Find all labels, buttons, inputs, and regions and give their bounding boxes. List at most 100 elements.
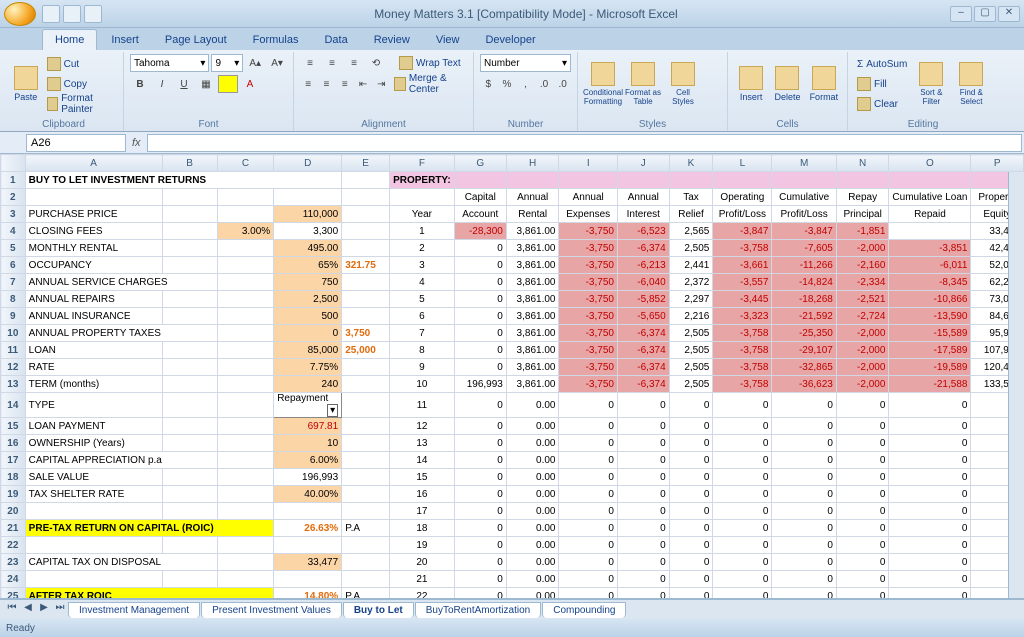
- cell[interactable]: -3,557: [713, 274, 772, 291]
- cell[interactable]: [454, 172, 506, 189]
- format-painter-button[interactable]: Format Painter: [44, 95, 117, 113]
- sort-filter-button[interactable]: Sort & Filter: [912, 55, 950, 113]
- cell[interactable]: [162, 537, 217, 554]
- row-header[interactable]: 1: [1, 172, 26, 189]
- format-cells-button[interactable]: Format: [807, 55, 841, 113]
- column-header[interactable]: F: [390, 155, 455, 172]
- row-header[interactable]: 16: [1, 435, 26, 452]
- cell[interactable]: 22: [390, 588, 455, 600]
- cell[interactable]: -21,592: [772, 308, 836, 325]
- cell[interactable]: 0: [669, 418, 713, 435]
- cell[interactable]: 0: [559, 452, 617, 469]
- row-header[interactable]: 20: [1, 503, 26, 520]
- cell[interactable]: 0: [836, 503, 889, 520]
- delete-cells-button[interactable]: Delete: [770, 55, 804, 113]
- cell[interactable]: [217, 376, 273, 393]
- sheet-nav-last[interactable]: ⏭: [52, 602, 68, 618]
- align-center-button[interactable]: ≡: [318, 75, 334, 93]
- cell[interactable]: [559, 172, 617, 189]
- cell[interactable]: -14,824: [772, 274, 836, 291]
- cell[interactable]: Repay: [836, 189, 889, 206]
- cell[interactable]: Relief: [669, 206, 713, 223]
- italic-button[interactable]: I: [152, 75, 172, 93]
- cell[interactable]: [217, 274, 273, 291]
- cell[interactable]: [162, 435, 217, 452]
- cell[interactable]: 0: [669, 469, 713, 486]
- cell[interactable]: [217, 393, 273, 418]
- cell[interactable]: OCCUPANCY: [25, 257, 162, 274]
- cell[interactable]: 0: [836, 571, 889, 588]
- cell[interactable]: [217, 342, 273, 359]
- cell[interactable]: 3.00%: [217, 223, 273, 240]
- sheet-nav-next[interactable]: ▶: [36, 602, 52, 618]
- cell[interactable]: [342, 189, 390, 206]
- border-button[interactable]: ▦: [196, 75, 216, 93]
- column-header[interactable]: J: [617, 155, 669, 172]
- cell[interactable]: 321.75: [342, 257, 390, 274]
- qat-save-icon[interactable]: [42, 5, 60, 23]
- row-header[interactable]: 7: [1, 274, 26, 291]
- cell[interactable]: [342, 172, 390, 189]
- cell[interactable]: [889, 223, 971, 240]
- cell[interactable]: 0: [669, 503, 713, 520]
- cell[interactable]: -3,758: [713, 376, 772, 393]
- cell[interactable]: [162, 223, 217, 240]
- cell[interactable]: Expenses: [559, 206, 617, 223]
- cell[interactable]: [25, 571, 162, 588]
- cell[interactable]: -3,750: [559, 342, 617, 359]
- cell[interactable]: 0: [559, 435, 617, 452]
- cell[interactable]: [162, 206, 217, 223]
- row-header[interactable]: 12: [1, 359, 26, 376]
- sheet-tab[interactable]: Compounding: [542, 602, 626, 618]
- cell[interactable]: 2,216: [669, 308, 713, 325]
- cell[interactable]: -3,758: [713, 325, 772, 342]
- cell[interactable]: 0: [772, 554, 836, 571]
- column-header[interactable]: E: [342, 155, 390, 172]
- cell[interactable]: -6,374: [617, 359, 669, 376]
- cell[interactable]: 0: [713, 554, 772, 571]
- cell[interactable]: 16: [390, 486, 455, 503]
- cell[interactable]: 3,861.00: [506, 274, 559, 291]
- cell[interactable]: 0: [772, 435, 836, 452]
- cell[interactable]: 0: [617, 537, 669, 554]
- cell[interactable]: Principal: [836, 206, 889, 223]
- cell[interactable]: 0: [713, 520, 772, 537]
- cell[interactable]: [342, 393, 390, 418]
- cell[interactable]: 0: [889, 503, 971, 520]
- ribbon-tab-home[interactable]: Home: [42, 29, 97, 50]
- cell[interactable]: -3,750: [559, 291, 617, 308]
- cell[interactable]: [342, 486, 390, 503]
- row-header[interactable]: 10: [1, 325, 26, 342]
- cell[interactable]: 0: [889, 554, 971, 571]
- cell[interactable]: -6,213: [617, 257, 669, 274]
- align-bottom-button[interactable]: ≡: [344, 54, 364, 72]
- cell[interactable]: [162, 308, 217, 325]
- cell[interactable]: 0: [454, 554, 506, 571]
- cell[interactable]: 240: [274, 376, 342, 393]
- cell[interactable]: 0: [617, 452, 669, 469]
- cell[interactable]: 2,297: [669, 291, 713, 308]
- cell[interactable]: [342, 291, 390, 308]
- cell[interactable]: 14: [390, 452, 455, 469]
- cell[interactable]: ANNUAL SERVICE CHARGES: [25, 274, 217, 291]
- cell[interactable]: 0: [713, 588, 772, 600]
- cell[interactable]: -3,758: [713, 342, 772, 359]
- cell[interactable]: 0: [713, 486, 772, 503]
- cell[interactable]: 0: [772, 486, 836, 503]
- cell[interactable]: 18: [390, 520, 455, 537]
- cell[interactable]: AFTER TAX ROIC: [25, 588, 274, 600]
- cell[interactable]: -15,589: [889, 325, 971, 342]
- cell[interactable]: -3,750: [559, 240, 617, 257]
- cell[interactable]: 3,750: [342, 325, 390, 342]
- row-header[interactable]: 9: [1, 308, 26, 325]
- cell[interactable]: [342, 359, 390, 376]
- cell[interactable]: Cumulative: [772, 189, 836, 206]
- cell[interactable]: [217, 308, 273, 325]
- cell[interactable]: -6,523: [617, 223, 669, 240]
- cell[interactable]: 0: [559, 571, 617, 588]
- cell[interactable]: [342, 469, 390, 486]
- decrease-font-button[interactable]: A▾: [267, 54, 287, 72]
- cell[interactable]: 2,505: [669, 342, 713, 359]
- cell[interactable]: -6,011: [889, 257, 971, 274]
- row-header[interactable]: 25: [1, 588, 26, 600]
